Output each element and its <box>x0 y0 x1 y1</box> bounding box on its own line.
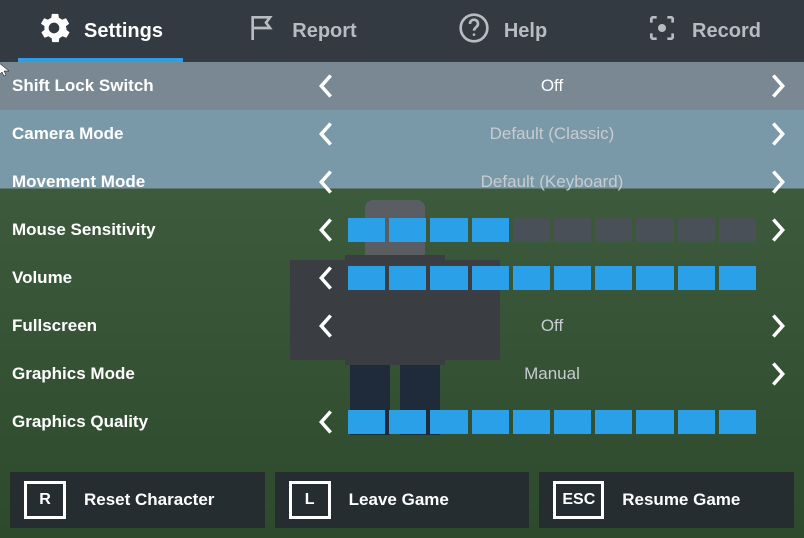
slider-segment <box>719 410 756 434</box>
tab-record[interactable]: Record <box>603 0 804 62</box>
setting-label: Camera Mode <box>12 124 312 144</box>
slider-segment <box>554 266 591 290</box>
tab-report[interactable]: Report <box>201 0 402 62</box>
setting-row: Movement Mode Default (Keyboard) <box>0 158 804 206</box>
cursor-icon <box>0 62 14 78</box>
button-label: Reset Character <box>84 490 214 510</box>
setting-label: Shift Lock Switch <box>12 76 312 96</box>
slider-segment <box>678 266 715 290</box>
setting-value: Off <box>340 316 764 336</box>
slider-segment <box>430 410 467 434</box>
slider-segment <box>389 410 426 434</box>
setting-row: Camera Mode Default (Classic) <box>0 110 804 158</box>
slider-segment <box>554 218 591 242</box>
keycap: L <box>289 481 331 519</box>
chevron-right-icon[interactable] <box>764 120 792 148</box>
chevron-left-icon[interactable] <box>312 168 340 196</box>
keycap: ESC <box>553 481 604 519</box>
slider-segment <box>389 218 426 242</box>
setting-value: Default (Keyboard) <box>340 172 764 192</box>
setting-slider[interactable] <box>340 266 764 290</box>
slider-segment <box>595 218 632 242</box>
setting-slider[interactable] <box>340 218 764 242</box>
setting-label: Fullscreen <box>12 316 312 336</box>
chevron-left-icon[interactable] <box>312 312 340 340</box>
record-icon <box>646 12 678 50</box>
chevron-left-icon[interactable] <box>312 408 340 436</box>
slider-segment <box>389 266 426 290</box>
tab-label: Record <box>692 20 761 43</box>
slider-segment <box>348 218 385 242</box>
tab-label: Report <box>292 20 356 43</box>
slider-segment <box>678 218 715 242</box>
slider-segment <box>513 266 550 290</box>
setting-row: Graphics Quality <box>0 398 804 446</box>
help-icon <box>458 12 490 50</box>
footer: R Reset Character L Leave Game ESC Resum… <box>0 462 804 538</box>
slider-segment <box>472 266 509 290</box>
setting-value: Default (Classic) <box>340 124 764 144</box>
tab-label: Settings <box>84 20 163 43</box>
setting-label: Graphics Quality <box>12 412 312 432</box>
tab-label: Help <box>504 20 547 43</box>
slider-segment <box>430 266 467 290</box>
slider-segment <box>636 218 673 242</box>
gear-icon <box>38 12 70 50</box>
resume-game-button[interactable]: ESC Resume Game <box>539 472 794 528</box>
chevron-right-icon[interactable] <box>764 216 792 244</box>
slider-segment <box>348 266 385 290</box>
setting-value: Manual <box>340 364 764 384</box>
setting-label: Volume <box>12 268 312 288</box>
slider-segment <box>513 218 550 242</box>
slider-segment <box>472 218 509 242</box>
setting-row: Fullscreen Off <box>0 302 804 350</box>
tab-bar: Settings Report Help Record <box>0 0 804 62</box>
chevron-left-icon[interactable] <box>312 72 340 100</box>
slider-segment <box>678 410 715 434</box>
button-label: Leave Game <box>349 490 449 510</box>
slider-segment <box>513 410 550 434</box>
setting-label: Graphics Mode <box>12 364 312 384</box>
setting-row: Volume <box>0 254 804 302</box>
chevron-left-icon[interactable] <box>312 120 340 148</box>
setting-row: Mouse Sensitivity <box>0 206 804 254</box>
slider-segment <box>595 410 632 434</box>
reset-character-button[interactable]: R Reset Character <box>10 472 265 528</box>
chevron-right-icon[interactable] <box>764 168 792 196</box>
settings-list: Shift Lock Switch Off Camera Mode Default (… <box>0 62 804 462</box>
chevron-left-icon[interactable] <box>312 216 340 244</box>
tab-settings[interactable]: Settings <box>0 0 201 62</box>
slider-segment <box>430 218 467 242</box>
chevron-left-icon[interactable] <box>312 264 340 292</box>
setting-label: Mouse Sensitivity <box>12 220 312 240</box>
slider-segment <box>636 410 673 434</box>
slider-segment <box>348 410 385 434</box>
chevron-right-icon[interactable] <box>764 312 792 340</box>
setting-row: Graphics Mode Manual <box>0 350 804 398</box>
setting-label: Movement Mode <box>12 172 312 192</box>
button-label: Resume Game <box>622 490 740 510</box>
tab-help[interactable]: Help <box>402 0 603 62</box>
chevron-right-icon[interactable] <box>764 360 792 388</box>
chevron-right-icon[interactable] <box>764 72 792 100</box>
setting-slider[interactable] <box>340 410 764 434</box>
slider-segment <box>595 266 632 290</box>
slider-segment <box>472 410 509 434</box>
setting-value: Off <box>340 76 764 96</box>
slider-segment <box>554 410 591 434</box>
setting-row: Shift Lock Switch Off <box>0 62 804 110</box>
flag-icon <box>246 12 278 50</box>
leave-game-button[interactable]: L Leave Game <box>275 472 530 528</box>
slider-segment <box>636 266 673 290</box>
keycap: R <box>24 481 66 519</box>
slider-segment <box>719 218 756 242</box>
slider-segment <box>719 266 756 290</box>
